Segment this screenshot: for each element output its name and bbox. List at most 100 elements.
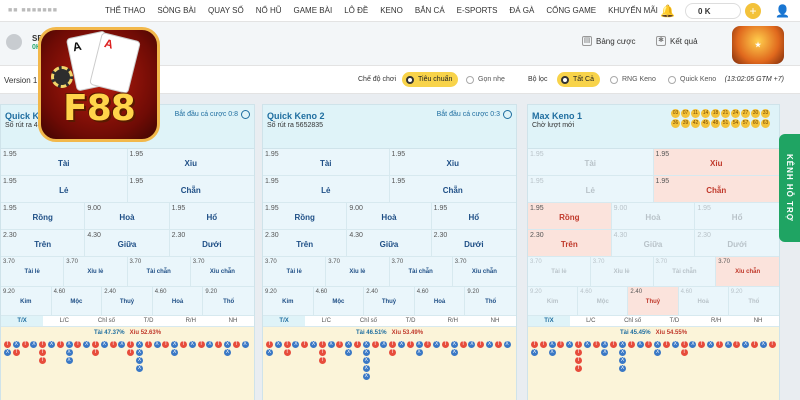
stats-tab[interactable]: NH [737,316,779,326]
bet-option-thuy[interactable]: 2.40 Thuỷ [102,287,153,316]
filter-all-radio[interactable]: Tất Cả [557,72,601,87]
bet-option-kim[interactable]: 9.20 Kim [263,287,314,316]
bet-option-chan[interactable]: 1.95 Chẵn [653,176,779,202]
bet-option-ho[interactable]: 1.95 Hổ [169,203,254,229]
bet-option-thuy[interactable]: 2.40 Thuỷ [628,287,679,316]
bet-option-rong[interactable]: 1.95 Rồng [263,203,348,229]
bet-option-rong[interactable]: 1.95 Rồng [1,203,86,229]
bet-option-duoi[interactable]: 2.30 Dưới [169,230,254,256]
bet-option-s3[interactable]: 3.70 Tài chẵn [653,257,717,286]
filter-quick-radio[interactable]: Quick Keno [664,72,722,87]
bet-option-tho[interactable]: 9.20 Thổ [465,287,516,316]
stats-tab[interactable]: T/D [390,316,432,326]
nav-item[interactable]: KHUYẾN MÃI [608,6,658,15]
nav-item[interactable]: E-SPORTS [457,6,498,15]
stats-tab[interactable]: L/C [305,316,347,326]
stats-tab[interactable]: L/C [43,316,85,326]
bet-option-thuy[interactable]: 2.40 Thuỷ [364,287,415,316]
support-tab[interactable]: KÊNH HỖ TRỢ [779,134,800,242]
stats-tab[interactable]: Chỉ số [612,316,654,326]
bet-option-kim[interactable]: 9.20 Kim [1,287,52,316]
bet-option-tren[interactable]: 2.30 Trên [528,230,612,256]
nav-item[interactable]: THỂ THAO [105,6,145,15]
bet-option-s4[interactable]: 3.70 Xỉu chẵn [716,257,779,286]
bet-option-tai[interactable]: 1.95 Tài [263,149,390,175]
bet-option-kim[interactable]: 9.20 Kim [528,287,579,316]
bet-option-hoa2[interactable]: 4.60 Hoả [678,287,729,316]
bet-option-s3[interactable]: 3.70 Tài chẵn [127,257,191,286]
stats-tab[interactable]: R/H [432,316,474,326]
nav-item[interactable]: KENO [380,6,403,15]
bet-option-tren[interactable]: 2.30 Trên [1,230,86,256]
bet-option-ho[interactable]: 1.95 Hổ [431,203,516,229]
bet-option-le[interactable]: 1.95 Lẻ [528,176,654,202]
bet-option-le[interactable]: 1.95 Lẻ [263,176,390,202]
deposit-button[interactable]: + [745,3,762,19]
version-label[interactable]: Version 1 [4,76,37,85]
bet-option-tho[interactable]: 9.20 Thổ [203,287,254,316]
bet-option-chan[interactable]: 1.95 Chẵn [127,176,254,202]
mode-standard-radio[interactable]: Tiêu chuẩn [402,72,459,87]
bet-option-hoa[interactable]: 9.00 Hoà [347,203,432,229]
bet-option-tai[interactable]: 1.95 Tài [528,149,654,175]
panel-title[interactable]: Quick Keno 2 [267,111,325,121]
bet-option-s2[interactable]: 3.70 Xỉu lẻ [590,257,654,286]
bet-option-xiu[interactable]: 1.95 Xỉu [389,149,516,175]
bet-option-duoi[interactable]: 2.30 Dưới [695,230,779,256]
results-link[interactable]: ✱ Kết quả [656,36,698,46]
stats-tab[interactable]: Chỉ số [85,316,127,326]
bet-option-duoi[interactable]: 2.30 Dưới [431,230,516,256]
bet-option-s1[interactable]: 3.70 Tài lẻ [1,257,65,286]
avatar[interactable] [6,34,22,50]
bet-option-giua[interactable]: 4.30 Giữa [347,230,432,256]
bet-option-moc[interactable]: 4.60 Mộc [51,287,103,316]
bet-option-ho[interactable]: 1.95 Hổ [695,203,779,229]
bet-option-s1[interactable]: 3.70 Tài lẻ [528,257,591,286]
stats-tab[interactable]: R/H [695,316,737,326]
stats-tab[interactable]: T/D [128,316,170,326]
nav-item[interactable]: CỔNG GAME [546,6,596,15]
nav-item[interactable]: LÔ ĐỀ [344,6,368,15]
panel-title[interactable]: Max Keno 1 [532,111,582,121]
bet-option-chan[interactable]: 1.95 Chẵn [389,176,516,202]
bet-option-tho[interactable]: 9.20 Thổ [728,287,779,316]
bet-option-hoa2[interactable]: 4.60 Hoả [414,287,466,316]
nav-item[interactable]: QUAY SỐ [208,6,244,15]
bet-option-s2[interactable]: 3.70 Xỉu lẻ [326,257,390,286]
bet-option-tren[interactable]: 2.30 Trên [263,230,348,256]
promo-badge[interactable]: ★ [732,26,784,64]
bet-option-giua[interactable]: 4.30 Giữa [611,230,696,256]
stats-tab[interactable]: Chỉ số [347,316,389,326]
stats-tab[interactable]: NH [474,316,516,326]
nav-item[interactable]: ĐÁ GÀ [509,6,534,15]
stats-tab[interactable]: T/D [653,316,695,326]
stats-tab[interactable]: L/C [570,316,612,326]
bet-option-s3[interactable]: 3.70 Tài chẵn [389,257,453,286]
bet-option-hoa[interactable]: 9.00 Hoà [85,203,170,229]
bet-option-giua[interactable]: 4.30 Giữa [85,230,170,256]
stats-tab[interactable]: R/H [170,316,212,326]
nav-item[interactable]: SÒNG BÀI [157,6,196,15]
bet-option-hoa2[interactable]: 4.60 Hoả [152,287,204,316]
bet-option-moc[interactable]: 4.60 Mộc [578,287,629,316]
bet-option-s1[interactable]: 3.70 Tài lẻ [263,257,327,286]
nav-item[interactable]: NỔ HŨ [256,6,282,15]
bet-option-tai[interactable]: 1.95 Tài [1,149,128,175]
mode-compact-radio[interactable]: Gọn nhẹ [462,72,511,87]
bet-option-xiu[interactable]: 1.95 Xỉu [127,149,254,175]
bet-option-s2[interactable]: 3.70 Xỉu lẻ [64,257,128,286]
stats-tab[interactable]: NH [212,316,254,326]
bet-option-xiu[interactable]: 1.95 Xỉu [653,149,779,175]
stats-tab[interactable]: T/X [1,316,44,326]
nav-item[interactable]: GAME BÀI [294,6,333,15]
bet-option-hoa[interactable]: 9.00 Hoà [611,203,696,229]
bet-option-s4[interactable]: 3.70 Xỉu chẵn [190,257,254,286]
stats-tab[interactable]: T/X [528,316,570,326]
bet-option-le[interactable]: 1.95 Lẻ [1,176,128,202]
stats-tab[interactable]: T/X [263,316,306,326]
bet-table-link[interactable]: ▤ Bảng cược [582,36,636,46]
bell-icon[interactable]: 🔔 [660,4,675,18]
bet-option-s4[interactable]: 3.70 Xỉu chẵn [452,257,516,286]
user-icon[interactable]: 👤 [775,4,790,18]
bet-option-rong[interactable]: 1.95 Rồng [528,203,612,229]
